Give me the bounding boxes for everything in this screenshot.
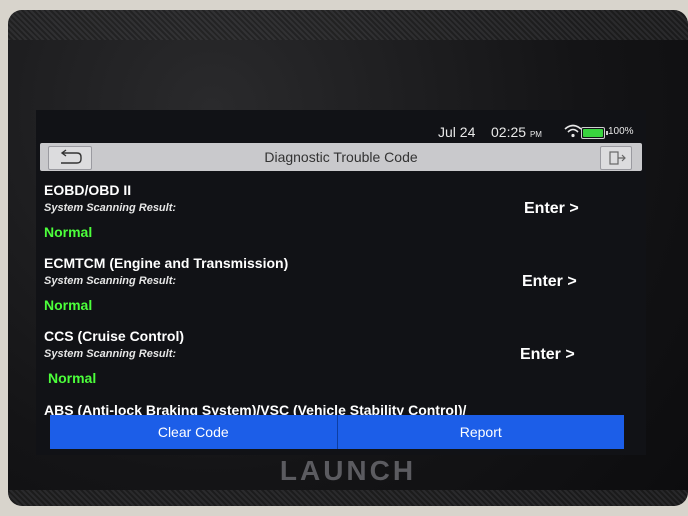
- wifi-icon: [564, 124, 582, 138]
- status-time-value: 02:25: [491, 124, 527, 140]
- status-date: Jul 24: [438, 124, 476, 140]
- page-title: Diagnostic Trouble Code: [264, 149, 418, 165]
- enter-button[interactable]: Enter >: [524, 200, 579, 218]
- launch-logo: LAUNCH: [279, 455, 417, 486]
- list-item[interactable]: EOBD/OBD II System Scanning Result: Norm…: [44, 182, 604, 252]
- enter-button[interactable]: Enter >: [520, 346, 575, 364]
- status-time: 02:25 PM: [491, 124, 542, 140]
- report-button[interactable]: Report: [338, 415, 625, 449]
- scan-result-label: System Scanning Result:: [44, 202, 177, 214]
- status-ampm: PM: [529, 130, 542, 139]
- battery-icon: [581, 127, 608, 139]
- device-texture-top: [8, 10, 688, 40]
- scan-result-label: System Scanning Result:: [44, 275, 177, 287]
- enter-button[interactable]: Enter >: [522, 273, 577, 291]
- status-bar: Jul 24 02:25 PM 100%: [36, 122, 646, 140]
- scan-result-label: System Scanning Result:: [44, 348, 177, 360]
- exit-button[interactable]: [600, 146, 632, 170]
- device-texture-bottom: [8, 490, 688, 506]
- action-bar: Clear Code Report: [50, 415, 624, 449]
- status-normal: Normal: [44, 297, 93, 313]
- exit-icon: [609, 151, 626, 165]
- battery-percent: 100%: [608, 126, 634, 137]
- title-bar: Diagnostic Trouble Code: [40, 143, 642, 171]
- list-item[interactable]: ECMTCM (Engine and Transmission) System …: [44, 255, 604, 325]
- status-normal: Normal: [48, 370, 97, 386]
- screen: Jul 24 02:25 PM 100% Diagnostic Trouble …: [36, 110, 646, 455]
- clear-code-button[interactable]: Clear Code: [50, 415, 337, 449]
- device-frame: Jul 24 02:25 PM 100% Diagnostic Trouble …: [8, 10, 688, 506]
- system-name: EOBD/OBD II: [44, 182, 132, 198]
- status-normal: Normal: [44, 224, 93, 240]
- system-name: CCS (Cruise Control): [44, 328, 184, 344]
- list-item[interactable]: CCS (Cruise Control) System Scanning Res…: [44, 328, 604, 398]
- system-list: EOBD/OBD II System Scanning Result: Norm…: [36, 176, 646, 422]
- system-name: ECMTCM (Engine and Transmission): [44, 255, 289, 271]
